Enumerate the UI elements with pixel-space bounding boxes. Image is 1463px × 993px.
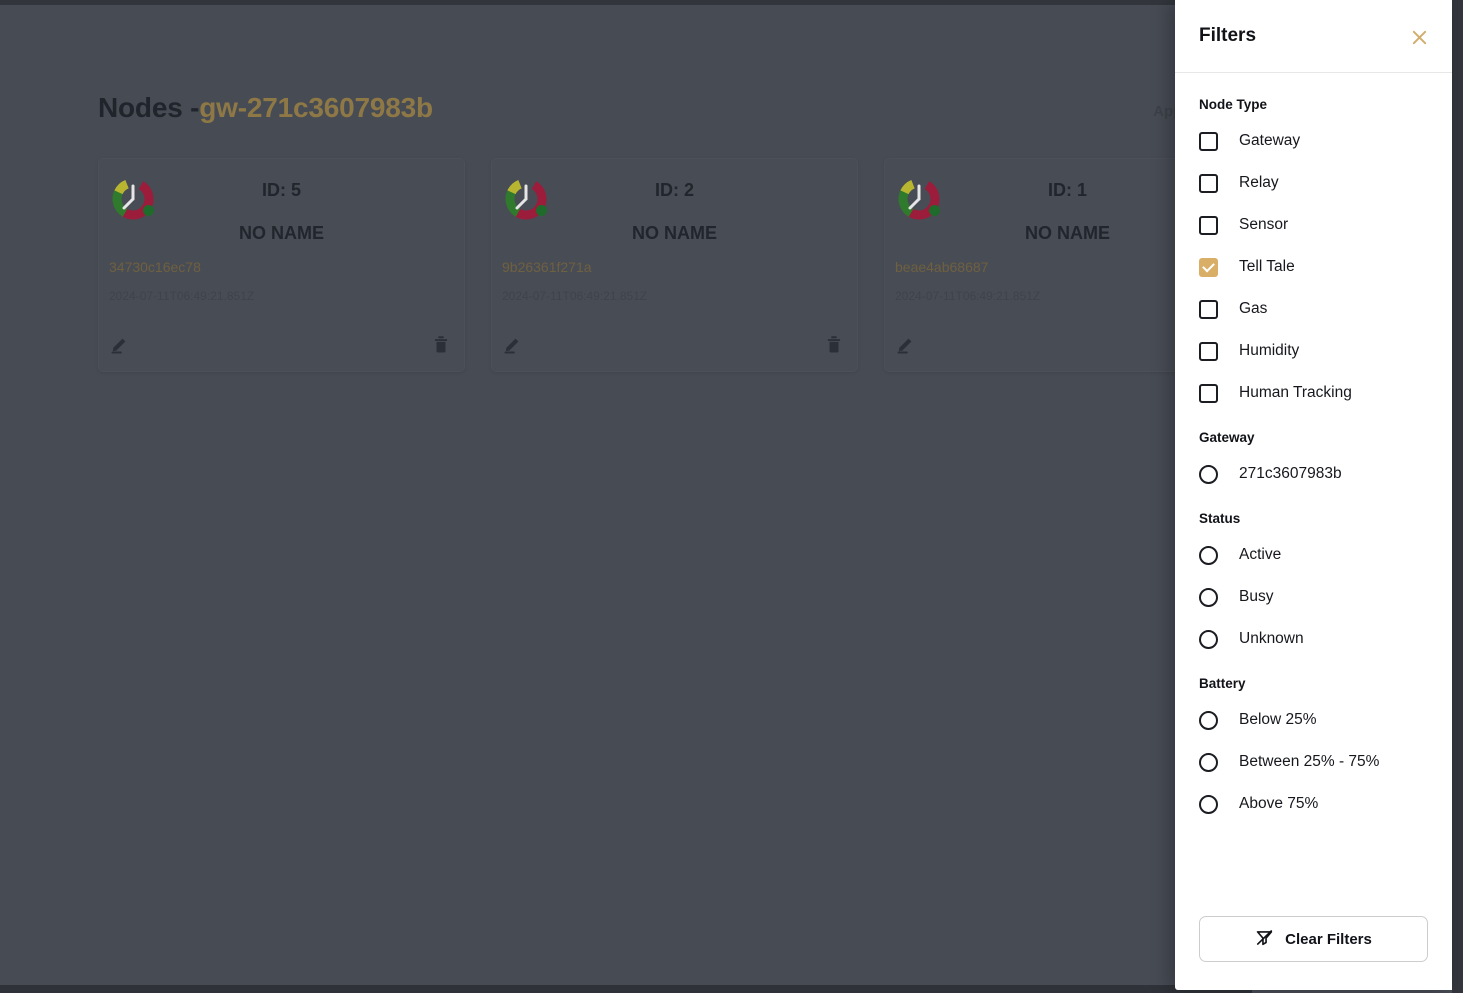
checkbox-tell-tale[interactable] bbox=[1199, 257, 1218, 277]
page-title-prefix: Nodes - bbox=[98, 92, 200, 123]
radio-status-busy[interactable] bbox=[1199, 587, 1218, 607]
radio-row-status-active[interactable]: Active bbox=[1199, 540, 1428, 570]
checkbox-label-human-tracking: Human Tracking bbox=[1239, 384, 1352, 401]
pencil-icon[interactable] bbox=[109, 333, 131, 355]
trash-icon[interactable] bbox=[430, 333, 452, 355]
node-card[interactable]: ID: 5 NO NAME 34730c16ec78 2024-07-11T06… bbox=[98, 158, 465, 372]
filters-panel-header: Filters bbox=[1175, 0, 1452, 73]
filters-title: Filters bbox=[1199, 25, 1257, 46]
node-status-dot bbox=[929, 205, 940, 216]
filter-section-node-type: Node Type Gateway Relay Sensor Tell Tale bbox=[1199, 97, 1428, 408]
trash-icon[interactable] bbox=[823, 333, 845, 355]
radio-battery-below-25[interactable] bbox=[1199, 710, 1218, 730]
filters-panel-body: Node Type Gateway Relay Sensor Tell Tale bbox=[1175, 73, 1452, 902]
node-timestamp: 2024-07-11T06:49:21.851Z bbox=[502, 289, 648, 303]
section-label-node-type: Node Type bbox=[1199, 97, 1268, 112]
node-card-actions bbox=[109, 333, 452, 355]
checkbox-row-gas[interactable]: Gas bbox=[1199, 294, 1428, 324]
section-label-battery: Battery bbox=[1199, 676, 1246, 691]
checkbox-label-relay: Relay bbox=[1239, 174, 1279, 191]
checkbox-sensor[interactable] bbox=[1199, 215, 1218, 235]
radio-label-battery-above-75: Above 75% bbox=[1239, 795, 1319, 812]
checkbox-human-tracking[interactable] bbox=[1199, 383, 1218, 403]
filters-panel-footer: Clear Filters bbox=[1175, 902, 1452, 990]
filters-panel: Filters Node Type Gateway Relay Sensor T… bbox=[1175, 0, 1452, 990]
app-root: Nodes -gw-271c3607983b Apply Filters ID:… bbox=[0, 0, 1463, 993]
radio-label-battery-below-25: Below 25% bbox=[1239, 711, 1317, 728]
window-bottom-edge bbox=[0, 985, 1252, 993]
node-name: NO NAME bbox=[239, 223, 324, 243]
filter-section-battery: Battery Below 25% Between 25% - 75% Abov… bbox=[1199, 676, 1428, 819]
checkbox-row-sensor[interactable]: Sensor bbox=[1199, 210, 1428, 240]
radio-gateway-271c3607983b[interactable] bbox=[1199, 464, 1218, 484]
page-title-gateway: gw-271c3607983b bbox=[199, 92, 433, 123]
checkbox-row-relay[interactable]: Relay bbox=[1199, 168, 1428, 198]
node-timestamp: 2024-07-11T06:49:21.851Z bbox=[895, 289, 1041, 303]
node-mac-address: 34730c16ec78 bbox=[109, 259, 201, 275]
checkbox-gas[interactable] bbox=[1199, 299, 1218, 319]
checkbox-humidity[interactable] bbox=[1199, 341, 1218, 361]
radio-row-gateway-271c3607983b[interactable]: 271c3607983b bbox=[1199, 459, 1428, 489]
checkbox-relay[interactable] bbox=[1199, 173, 1218, 193]
page-title: Nodes -gw-271c3607983b bbox=[98, 92, 433, 124]
checkbox-row-gateway[interactable]: Gateway bbox=[1199, 126, 1428, 156]
close-icon[interactable] bbox=[1406, 24, 1432, 50]
radio-label-battery-between-25-75: Between 25% - 75% bbox=[1239, 753, 1380, 770]
node-id: ID: 2 bbox=[654, 180, 694, 200]
radio-row-status-unknown[interactable]: Unknown bbox=[1199, 624, 1428, 654]
node-name: NO NAME bbox=[632, 223, 717, 243]
radio-row-battery-below-25[interactable]: Below 25% bbox=[1199, 705, 1428, 735]
node-card-list: ID: 5 NO NAME 34730c16ec78 2024-07-11T06… bbox=[98, 158, 1251, 372]
radio-label-status-unknown: Unknown bbox=[1239, 630, 1304, 647]
node-card-actions bbox=[502, 333, 845, 355]
node-status-dot bbox=[143, 205, 154, 216]
window-right-scrollbar[interactable] bbox=[1452, 0, 1463, 993]
pencil-icon[interactable] bbox=[502, 333, 524, 355]
checkbox-row-humidity[interactable]: Humidity bbox=[1199, 336, 1428, 366]
checkbox-label-gas: Gas bbox=[1239, 300, 1268, 317]
clear-filters-label: Clear Filters bbox=[1285, 930, 1372, 948]
radio-row-battery-above-75[interactable]: Above 75% bbox=[1199, 789, 1428, 819]
radio-label-gateway-271c3607983b: 271c3607983b bbox=[1239, 465, 1342, 482]
filter-section-gateway: Gateway 271c3607983b bbox=[1199, 430, 1428, 489]
checkbox-label-humidity: Humidity bbox=[1239, 342, 1300, 359]
section-label-gateway: Gateway bbox=[1199, 430, 1255, 445]
checkbox-label-sensor: Sensor bbox=[1239, 216, 1289, 233]
radio-status-unknown[interactable] bbox=[1199, 629, 1218, 649]
radio-label-status-busy: Busy bbox=[1239, 588, 1274, 605]
node-mac-address: beae4ab68687 bbox=[895, 259, 989, 275]
node-id: ID: 5 bbox=[261, 180, 301, 200]
checkbox-label-tell-tale: Tell Tale bbox=[1239, 258, 1295, 275]
checkbox-row-human-tracking[interactable]: Human Tracking bbox=[1199, 378, 1428, 408]
node-mac-address: 9b26361f271a bbox=[502, 259, 592, 275]
pencil-icon[interactable] bbox=[895, 333, 917, 355]
radio-row-battery-between-25-75[interactable]: Between 25% - 75% bbox=[1199, 747, 1428, 777]
filter-section-status: Status Active Busy Unknown bbox=[1199, 511, 1428, 654]
node-timestamp: 2024-07-11T06:49:21.851Z bbox=[109, 289, 255, 303]
node-card[interactable]: ID: 2 NO NAME 9b26361f271a 2024-07-11T06… bbox=[491, 158, 858, 372]
checkbox-gateway[interactable] bbox=[1199, 131, 1218, 151]
radio-battery-above-75[interactable] bbox=[1199, 794, 1218, 814]
clear-filters-button[interactable]: Clear Filters bbox=[1199, 916, 1428, 962]
radio-label-status-active: Active bbox=[1239, 546, 1282, 563]
section-label-status: Status bbox=[1199, 511, 1241, 526]
radio-row-status-busy[interactable]: Busy bbox=[1199, 582, 1428, 612]
checkbox-label-gateway: Gateway bbox=[1239, 132, 1301, 149]
filter-off-icon bbox=[1255, 928, 1274, 951]
checkbox-row-tell-tale[interactable]: Tell Tale bbox=[1199, 252, 1428, 282]
radio-status-active[interactable] bbox=[1199, 545, 1218, 565]
radio-battery-between-25-75[interactable] bbox=[1199, 752, 1218, 772]
node-status-dot bbox=[536, 205, 547, 216]
